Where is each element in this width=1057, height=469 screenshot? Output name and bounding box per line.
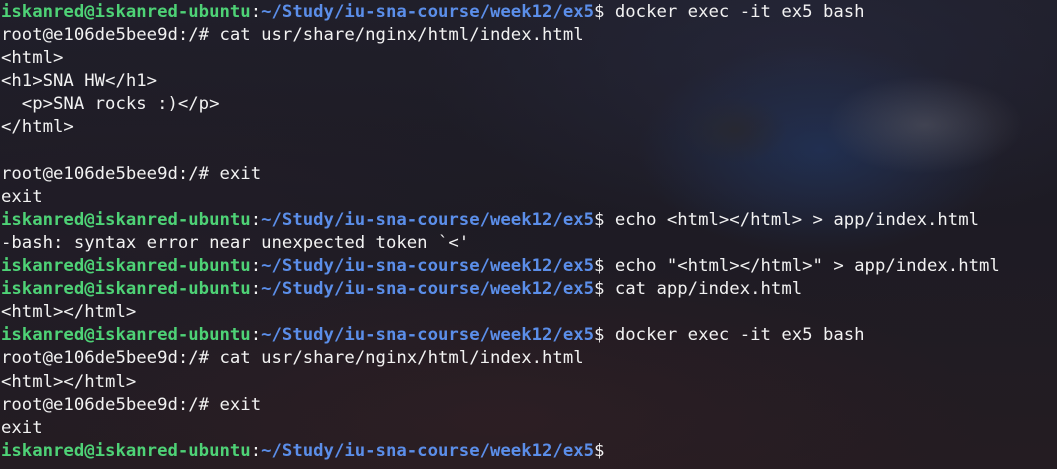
- prompt-cwd: ~/Study/iu-sna-course/week12/ex5: [261, 279, 595, 300]
- command-text: echo <html></html> > app/index.html: [604, 209, 980, 230]
- output-text: root@e106de5bee9d:/# cat usr/share/nginx…: [1, 348, 584, 369]
- prompt-user-host: iskanred@iskanred-ubuntu: [1, 325, 251, 346]
- prompt-separator: :: [250, 209, 262, 230]
- prompt-line: iskanred@iskanred-ubuntu:~/Study/iu-sna-…: [1, 440, 1057, 463]
- prompt-line: iskanred@iskanred-ubuntu:~/Study/iu-sna-…: [1, 209, 1057, 232]
- output-text: <html>: [1, 48, 64, 69]
- prompt-separator: :: [250, 256, 262, 277]
- prompt-user-host: iskanred@iskanred-ubuntu: [1, 2, 251, 22]
- output-line: <html></html>: [1, 371, 1057, 394]
- command-text: docker exec -it ex5 bash: [604, 2, 865, 22]
- output-line: root@e106de5bee9d:/# exit: [1, 394, 1057, 417]
- prompt-line: iskanred@iskanred-ubuntu:~/Study/iu-sna-…: [1, 324, 1057, 347]
- command-text: docker exec -it ex5 bash: [604, 325, 865, 346]
- prompt-user-host: iskanred@iskanred-ubuntu: [1, 279, 251, 300]
- prompt-symbol: $: [594, 279, 605, 300]
- prompt-line: iskanred@iskanred-ubuntu:~/Study/iu-sna-…: [1, 1, 1057, 24]
- prompt-symbol: $: [594, 209, 605, 230]
- prompt-line: iskanred@iskanred-ubuntu:~/Study/iu-sna-…: [1, 278, 1057, 301]
- prompt-user-host: iskanred@iskanred-ubuntu: [1, 209, 251, 230]
- output-text: <p>SNA rocks :)</p>: [1, 94, 220, 115]
- prompt-cwd: ~/Study/iu-sna-course/week12/ex5: [261, 256, 595, 277]
- prompt-cwd: ~/Study/iu-sna-course/week12/ex5: [261, 209, 595, 230]
- output-line: root@e106de5bee9d:/# cat usr/share/nginx…: [1, 347, 1057, 370]
- output-line: exit: [1, 186, 1057, 209]
- output-line: <html>: [1, 47, 1057, 70]
- prompt-separator: :: [250, 440, 262, 461]
- output-text: </html>: [1, 117, 74, 138]
- output-text: root@e106de5bee9d:/# cat usr/share/nginx…: [1, 25, 584, 46]
- prompt-symbol: $: [594, 2, 605, 22]
- command-text: echo "<html></html>" > app/index.html: [604, 256, 1000, 277]
- prompt-separator: :: [250, 325, 262, 346]
- prompt-cwd: ~/Study/iu-sna-course/week12/ex5: [261, 440, 595, 461]
- output-text: root@e106de5bee9d:/# exit: [1, 163, 262, 184]
- output-line: </html>: [1, 116, 1057, 139]
- prompt-line: iskanred@iskanred-ubuntu:~/Study/iu-sna-…: [1, 255, 1057, 278]
- prompt-cwd: ~/Study/iu-sna-course/week12/ex5: [261, 325, 595, 346]
- command-text: cat app/index.html: [604, 279, 803, 300]
- prompt-cwd: ~/Study/iu-sna-course/week12/ex5: [261, 2, 595, 22]
- text-cursor: [604, 441, 614, 459]
- prompt-user-host: iskanred@iskanred-ubuntu: [1, 256, 251, 277]
- output-text: <html></html>: [1, 371, 137, 392]
- output-text: exit: [1, 417, 43, 438]
- output-line: root@e106de5bee9d:/# exit: [1, 163, 1057, 186]
- prompt-symbol: $: [594, 256, 605, 277]
- terminal-output[interactable]: iskanred@iskanred-ubuntu:~/Study/iu-sna-…: [1, 1, 1057, 469]
- output-text: root@e106de5bee9d:/# exit: [1, 394, 262, 415]
- prompt-user-host: iskanred@iskanred-ubuntu: [1, 440, 251, 461]
- prompt-separator: :: [250, 2, 262, 22]
- prompt-symbol: $: [594, 440, 605, 461]
- output-text: -bash: syntax error near unexpected toke…: [1, 232, 470, 253]
- output-line: root@e106de5bee9d:/# cat usr/share/nginx…: [1, 24, 1057, 47]
- prompt-separator: :: [250, 279, 262, 300]
- output-line: <html></html>: [1, 301, 1057, 324]
- output-line: -bash: syntax error near unexpected toke…: [1, 232, 1057, 255]
- output-text: exit: [1, 186, 43, 207]
- output-text: <html></html>: [1, 302, 137, 323]
- output-line: exit: [1, 417, 1057, 440]
- prompt-symbol: $: [594, 325, 605, 346]
- output-text: <h1>SNA HW</h1>: [1, 71, 158, 92]
- output-line: <p>SNA rocks :)</p>: [1, 93, 1057, 116]
- output-line: <h1>SNA HW</h1>: [1, 70, 1057, 93]
